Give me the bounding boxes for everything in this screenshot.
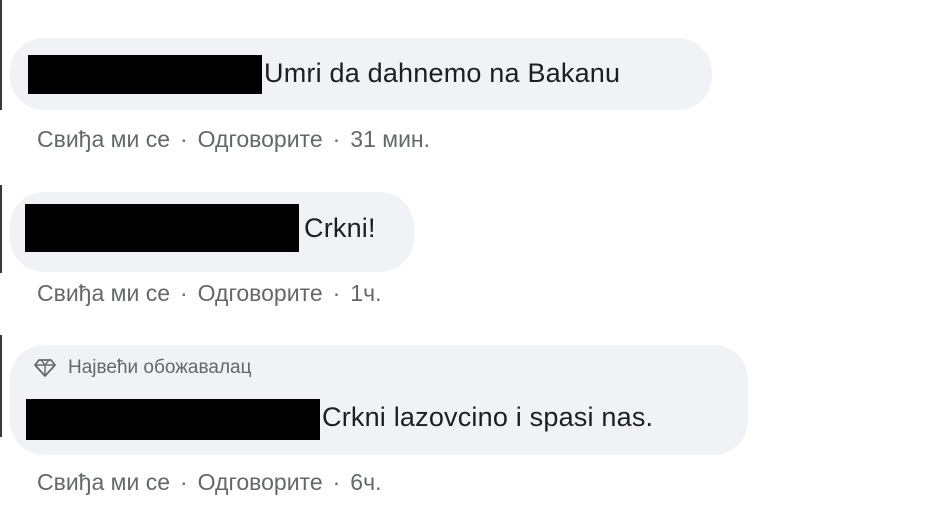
top-fan-badge: Највећи обожавалац [34,357,251,379]
separator-dot: · [332,126,341,152]
separator-dot: · [332,469,341,495]
timestamp-link[interactable]: 1ч. [350,280,381,307]
diamond-badge-icon [34,359,56,377]
reply-link[interactable]: Одговорите [198,126,323,153]
separator-dot: · [180,126,188,152]
timestamp-link[interactable]: 6ч. [350,469,381,496]
reply-link[interactable]: Одговорите [198,469,323,496]
like-link[interactable]: Свиђа ми се [37,280,170,307]
timestamp-link[interactable]: 31 мин. [350,126,430,153]
comment-text: Umri da dahnemo na Bakanu [264,58,621,88]
comment-actions: Свиђа ми се · Одговорите · 6ч. [37,469,381,496]
like-link[interactable]: Свиђа ми се [37,469,170,496]
thread-edge-line [0,335,2,437]
separator-dot: · [180,469,188,495]
separator-dot: · [180,280,188,306]
comment-text: Crkni! [304,213,376,243]
redacted-author-name [25,204,299,252]
comment-actions: Свиђа ми се · Одговорите · 31 мин. [37,126,430,153]
separator-dot: · [332,280,341,306]
comment-actions: Свиђа ми се · Одговорите · 1ч. [37,280,381,307]
redacted-author-name [28,55,262,94]
comment-text: Crkni lazovcino i spasi nas. [322,402,654,432]
like-link[interactable]: Свиђа ми се [37,126,170,153]
thread-edge-line [0,185,2,273]
reply-link[interactable]: Одговорите [198,280,323,307]
badge-label: Највећи обожавалац [68,357,252,378]
thread-edge-line [0,0,2,110]
redacted-author-name [26,399,320,440]
